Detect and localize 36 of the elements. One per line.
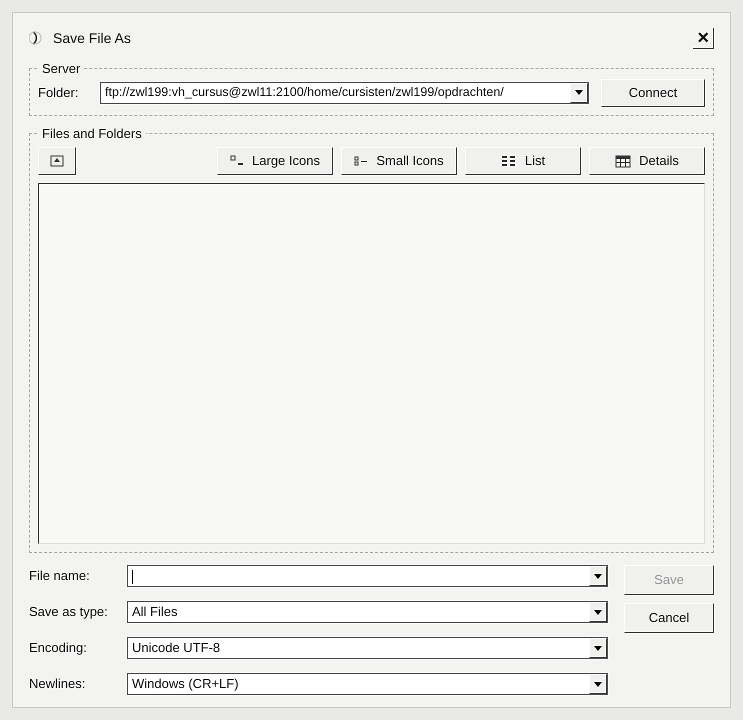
field-label: Encoding:	[29, 639, 88, 658]
caret-icon	[594, 574, 602, 578]
caret-icon	[594, 682, 602, 686]
up-folder-button[interactable]	[38, 147, 76, 175]
dropdown-button[interactable]	[589, 602, 607, 622]
window-title: Save File As	[53, 28, 131, 48]
view-button[interactable]: Large Icons	[217, 147, 333, 175]
dropdown-button[interactable]	[589, 638, 607, 658]
field-label: File name:	[29, 567, 91, 586]
caret-icon	[594, 646, 602, 650]
group-label: Files and Folders	[41, 124, 143, 142]
combo-field[interactable]	[127, 565, 608, 587]
caret-icon	[575, 90, 583, 95]
field-label: Save as type:	[29, 603, 109, 622]
view-button[interactable]: Small Icons	[341, 147, 457, 175]
folder-combo[interactable]: ftp://zwl199:vh_cursus@zwl11:2100/home/cursisten/zwl199/opdrachten/	[100, 82, 589, 104]
field-label: Newlines:	[29, 675, 86, 694]
large-icons-icon	[230, 155, 244, 167]
view-button[interactable]: List	[465, 147, 581, 175]
close-button[interactable]: ×	[693, 28, 714, 48]
dropdown-button[interactable]	[570, 82, 588, 102]
combo-field[interactable]: Unicode UTF-8	[127, 637, 608, 659]
list-icon	[500, 155, 517, 167]
text-cursor	[132, 570, 133, 584]
details-icon	[615, 154, 632, 168]
combo-field[interactable]: Windows (CR+LF)	[127, 673, 608, 695]
connect-button[interactable]: Connect	[601, 78, 705, 106]
field-label: Folder:	[38, 84, 80, 102]
view-button[interactable]: Details	[589, 147, 705, 175]
small-icons-icon	[354, 155, 368, 167]
combo-field[interactable]: All Files	[127, 601, 608, 623]
group-label: Server	[41, 60, 82, 78]
dialog-button[interactable]: Cancel	[624, 603, 714, 633]
caret-icon	[594, 610, 602, 614]
dropdown-button[interactable]	[589, 674, 607, 694]
dropdown-button[interactable]	[589, 566, 607, 586]
